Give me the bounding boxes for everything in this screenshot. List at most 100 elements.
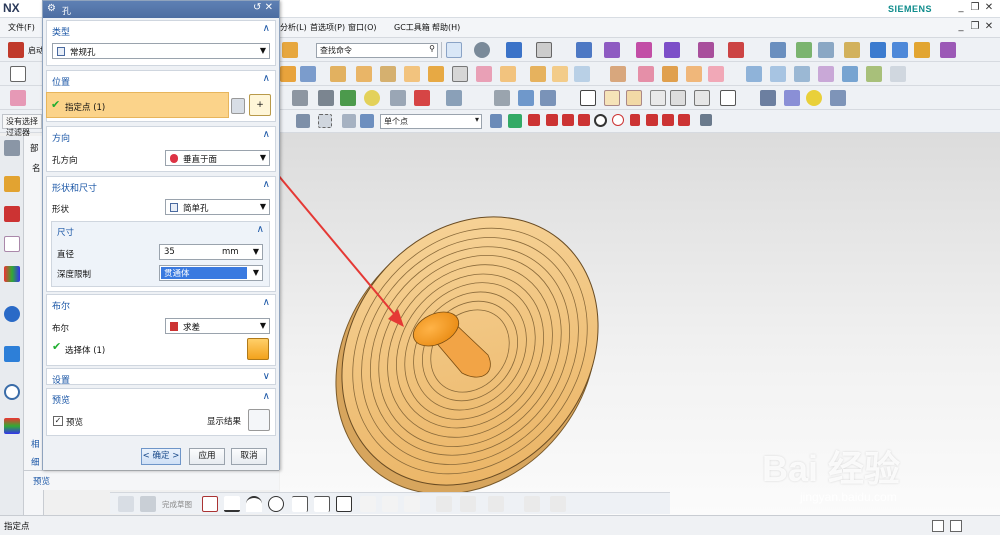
sketch-line-icon[interactable]	[224, 496, 240, 512]
doc-restore-icon[interactable]: ❐	[968, 21, 982, 32]
layer-icon[interactable]	[770, 42, 786, 58]
blend-icon[interactable]	[818, 66, 834, 82]
extrude-icon[interactable]	[280, 66, 296, 82]
group-icon[interactable]	[796, 42, 812, 58]
status-box-icon[interactable]	[932, 520, 944, 532]
snap-mode-combo[interactable]: 单个点 ▾	[380, 114, 482, 129]
lasso-icon[interactable]	[318, 114, 332, 128]
boss-icon[interactable]	[452, 66, 468, 82]
dialog-title-bar[interactable]: ⚙ 孔 ↺ ✕	[43, 1, 279, 18]
thread-icon[interactable]	[574, 66, 590, 82]
tolerance-icon[interactable]	[720, 90, 736, 106]
datum-csys-icon[interactable]	[414, 90, 430, 106]
cylinder-gauge-icon[interactable]	[760, 90, 776, 106]
sketch-icon[interactable]	[118, 496, 134, 512]
settings-gear-icon[interactable]	[4, 140, 20, 156]
measure-icon[interactable]	[698, 42, 714, 58]
sketch-dimension-icon[interactable]	[550, 496, 566, 512]
cone-icon[interactable]	[380, 66, 396, 82]
chevron-up-icon[interactable]: ∧	[257, 224, 264, 235]
dialog-gear-icon[interactable]: ⚙	[47, 3, 56, 14]
explode-icon[interactable]	[940, 42, 956, 58]
ok-button[interactable]: < 确定 >	[141, 448, 181, 465]
menu-info[interactable]: 分析(L)	[280, 22, 307, 33]
snap-mid-icon[interactable]	[546, 114, 558, 126]
history-icon[interactable]	[4, 384, 20, 400]
sketch-arc-icon[interactable]	[246, 496, 262, 512]
sweep-icon[interactable]	[794, 66, 810, 82]
split-body-icon[interactable]	[708, 66, 724, 82]
hole-type-select[interactable]: 常规孔 ▼	[52, 43, 270, 59]
finish-sketch-icon[interactable]	[140, 496, 156, 512]
point-dialog-icon[interactable]: +	[249, 94, 271, 116]
web-browser-icon[interactable]	[4, 346, 20, 362]
boolean-select[interactable]: 求差 ▼	[165, 318, 270, 334]
close-icon[interactable]: ✕	[982, 2, 996, 13]
cancel-button[interactable]: 取消	[231, 448, 267, 465]
sketch-fillet-icon[interactable]	[292, 496, 308, 512]
apply-button[interactable]: 应用	[189, 448, 225, 465]
intersect-icon[interactable]	[662, 66, 678, 82]
snap-center-icon[interactable]	[594, 114, 607, 127]
unite-icon[interactable]	[610, 66, 626, 82]
diameter-input[interactable]: 35 mm ▼	[159, 244, 263, 260]
mesh-icon[interactable]	[770, 66, 786, 82]
arc-icon[interactable]	[518, 90, 534, 106]
shape-section-header[interactable]: 形状和尺寸 ∧	[47, 177, 275, 194]
move-object-icon[interactable]	[636, 42, 652, 58]
chamfer-icon[interactable]	[318, 90, 334, 106]
sphere-icon[interactable]	[404, 66, 420, 82]
slot-icon[interactable]	[530, 66, 546, 82]
subtract-icon[interactable]	[638, 66, 654, 82]
show-hide-icon[interactable]	[604, 42, 620, 58]
pocket-icon[interactable]	[476, 66, 492, 82]
menu-preferences[interactable]: 窗口(O)	[348, 22, 377, 33]
position-section-header[interactable]: 位置 ∧	[47, 71, 275, 88]
nav-preview-label[interactable]: 预览	[33, 475, 50, 487]
start-icon[interactable]	[8, 42, 24, 58]
thicken-icon[interactable]	[866, 66, 882, 82]
pattern-icon[interactable]	[340, 90, 356, 106]
line-icon[interactable]	[494, 90, 510, 106]
table-icon[interactable]	[604, 90, 620, 106]
stack-icon[interactable]	[818, 42, 834, 58]
assembly-navigator-icon[interactable]	[4, 206, 20, 222]
datum-plane-icon[interactable]	[446, 90, 462, 106]
select-body-label[interactable]: 选择体 (1)	[65, 344, 105, 356]
palette-icon[interactable]	[4, 418, 20, 434]
selection-filter-combo[interactable]: 没有选择过滤器	[2, 114, 42, 137]
drawing-icon[interactable]	[670, 90, 686, 106]
snap-curve-icon[interactable]	[646, 114, 658, 126]
select-rect-icon[interactable]	[296, 114, 310, 128]
tb-box-icon[interactable]	[282, 42, 298, 58]
doc-close-icon[interactable]: ✕	[982, 21, 996, 32]
reset-icon[interactable]: ↺	[253, 2, 261, 13]
shell-icon[interactable]	[390, 90, 406, 106]
info-icon[interactable]	[4, 306, 20, 322]
preview-section-header[interactable]: 预览 ∧	[47, 389, 275, 406]
sketch-polyline-icon[interactable]	[360, 496, 376, 512]
gear-tool-icon[interactable]	[830, 90, 846, 106]
preview-checkbox[interactable]: ✓	[53, 416, 63, 426]
fit-view-icon[interactable]	[446, 42, 462, 58]
restore-icon[interactable]: ❐	[968, 2, 982, 13]
boolean-section-header[interactable]: 布尔 ∧	[47, 295, 275, 312]
depth-limit-select[interactable]: 贯通体 ▼	[159, 265, 263, 281]
component-icon[interactable]	[892, 42, 908, 58]
spline-icon[interactable]	[540, 90, 556, 106]
mirror-icon[interactable]	[364, 90, 380, 106]
constraint-navigator-icon[interactable]	[4, 236, 20, 252]
revolve-icon[interactable]	[300, 66, 316, 82]
new-sketch-icon[interactable]	[10, 66, 26, 82]
render-style-icon[interactable]	[506, 42, 522, 58]
finish-sketch-label[interactable]: 完成草图	[162, 499, 192, 510]
snap-arrow-icon[interactable]	[490, 114, 502, 128]
snap-grid-icon[interactable]	[508, 114, 522, 128]
menu-window[interactable]: GC工具箱	[394, 22, 430, 33]
triangle-icon[interactable]	[580, 90, 596, 106]
minimize-icon[interactable]: _	[954, 2, 968, 13]
profile-icon[interactable]	[202, 496, 218, 512]
groove-icon[interactable]	[552, 66, 568, 82]
menu-gc-toolbox[interactable]: 帮助(H)	[432, 22, 460, 33]
constraint-icon[interactable]	[914, 42, 930, 58]
